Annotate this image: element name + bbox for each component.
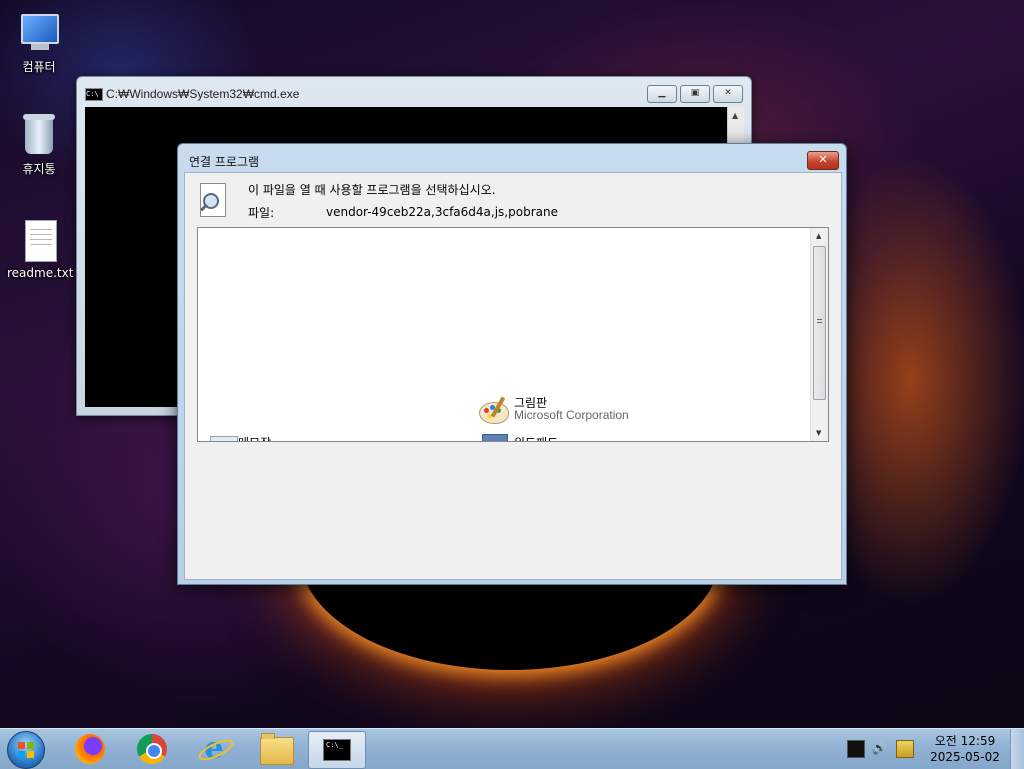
recycle-bin-icon xyxy=(17,112,61,156)
desktop-icon-readme[interactable]: readme.txt xyxy=(7,218,74,280)
scroll-down-icon[interactable]: ▼ xyxy=(816,429,821,437)
system-clock[interactable]: 오전 12:59 2025-05-02 xyxy=(926,733,1004,765)
close-icon: ✕ xyxy=(724,88,732,98)
show-desktop-button[interactable] xyxy=(1010,729,1024,769)
wordpad-icon xyxy=(482,434,508,441)
taskbar-app-chrome[interactable] xyxy=(123,731,179,767)
program-name: 메모장 xyxy=(238,434,271,441)
cmd-icon: C:\_ xyxy=(323,739,351,761)
volume-icon[interactable]: 🔊 xyxy=(872,741,887,755)
cmd-icon: C:\ xyxy=(85,88,103,101)
scroll-up-icon[interactable]: ▲ xyxy=(816,232,821,240)
list-item-paint[interactable]: 그림판 Microsoft Corporation xyxy=(478,394,678,428)
clock-date: 2025-05-02 xyxy=(930,750,1000,764)
chrome-icon xyxy=(137,734,167,764)
computer-icon xyxy=(17,10,61,54)
desktop-icon-label: 휴지통 xyxy=(22,162,56,176)
list-item-notepad[interactable]: 메모장 xyxy=(210,434,410,441)
maximize-button[interactable]: ▣ xyxy=(680,85,710,103)
close-button[interactable]: ✕ xyxy=(713,85,743,103)
program-name: 워드패드 xyxy=(514,434,558,441)
clock-time: 오전 12:59 xyxy=(934,734,996,748)
minimize-button[interactable]: ▁ xyxy=(647,85,677,103)
folder-icon xyxy=(260,733,294,765)
program-list[interactable]: 그림판 Microsoft Corporation 메모장 워드패드 ▲ ▼ xyxy=(197,227,829,442)
scroll-thumb[interactable] xyxy=(813,246,826,400)
start-button[interactable] xyxy=(7,731,45,769)
taskbar-app-internet-explorer[interactable]: e xyxy=(185,731,241,767)
dialog-title: 연결 프로그램 xyxy=(189,155,260,169)
scroll-up-icon[interactable]: ▲ xyxy=(732,111,738,120)
input-method-icon[interactable] xyxy=(847,740,865,758)
list-scrollbar[interactable]: ▲ ▼ xyxy=(810,228,828,441)
desktop-icon-label: 컴퓨터 xyxy=(22,60,56,74)
dialog-close-button[interactable]: ✕ xyxy=(807,151,839,170)
taskbar-app-cmd[interactable]: C:\_ xyxy=(308,731,366,769)
firefox-icon xyxy=(75,734,105,764)
maximize-icon: ▣ xyxy=(690,88,700,98)
list-item-wordpad[interactable]: 워드패드 xyxy=(482,434,682,441)
network-icon[interactable] xyxy=(896,740,914,758)
taskbar-app-firefox[interactable] xyxy=(61,731,117,767)
desktop-icon-computer[interactable]: 컴퓨터 xyxy=(7,10,71,75)
window-title: C:₩Windows₩System32₩cmd.exe xyxy=(106,87,300,101)
taskbar: e C:\_ 🔊 오전 12:59 2025-05-02 xyxy=(0,728,1024,769)
open-with-dialog[interactable]: 연결 프로그램 ✕ 이 파일을 열 때 사용할 프로그램을 선택하십시오. 파일… xyxy=(177,143,847,585)
minimize-icon: ▁ xyxy=(658,88,666,98)
dialog-body: 이 파일을 열 때 사용할 프로그램을 선택하십시오. 파일: vendor-4… xyxy=(184,172,842,580)
desktop-icon-label: readme.txt xyxy=(7,266,74,280)
file-name: vendor-49ceb22a,3cfa6d4a,js,pobrane xyxy=(326,205,558,219)
taskbar-app-file-explorer[interactable] xyxy=(247,731,303,767)
windows-logo-icon xyxy=(18,742,34,758)
instruction-text: 이 파일을 열 때 사용할 프로그램을 선택하십시오. xyxy=(248,183,496,197)
program-publisher: Microsoft Corporation xyxy=(514,408,629,422)
text-file-icon xyxy=(17,218,61,262)
close-icon: ✕ xyxy=(818,153,828,166)
file-label: 파일: xyxy=(248,206,275,220)
notepad-icon xyxy=(210,436,238,441)
internet-explorer-icon: e xyxy=(199,734,229,764)
file-search-icon xyxy=(197,183,227,217)
desktop-icon-recycle-bin[interactable]: 휴지통 xyxy=(7,112,71,177)
paint-palette-icon xyxy=(478,396,510,424)
